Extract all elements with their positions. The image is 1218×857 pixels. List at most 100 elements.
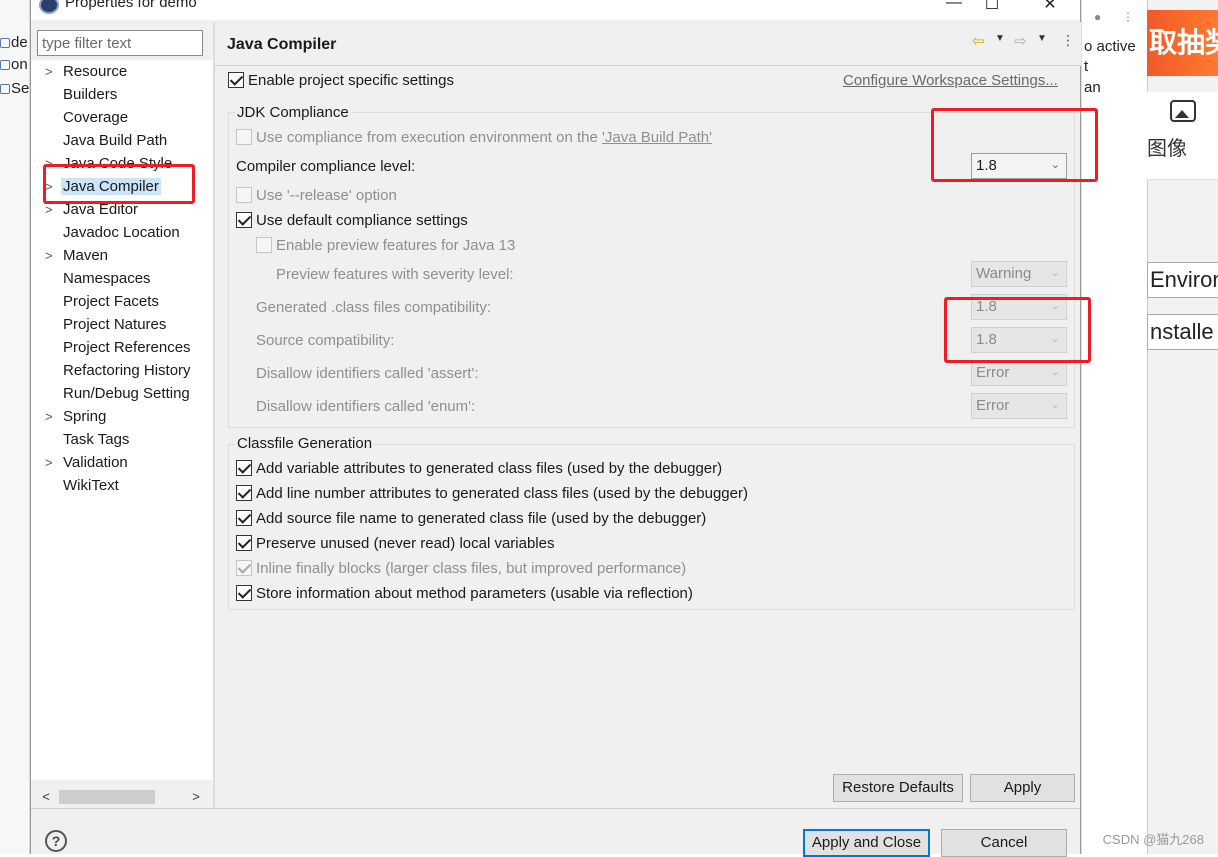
dialog-separator (31, 808, 1080, 809)
image-icon (1169, 100, 1196, 122)
tree-item-validation[interactable]: > Validation (31, 453, 213, 475)
more-icon[interactable]: ⋮ (1122, 10, 1134, 24)
scroll-right-icon[interactable]: > (187, 788, 205, 806)
file-icon (0, 84, 10, 94)
cancel-button[interactable]: Cancel (941, 829, 1067, 857)
pane-splitter[interactable] (213, 22, 215, 808)
image-tool[interactable]: 图像 (1147, 92, 1218, 180)
tree-item-project-facets[interactable]: Project Facets (31, 292, 213, 314)
checkbox-icon (236, 212, 252, 228)
bg-text: t (1084, 58, 1089, 75)
enable-project-specific-checkbox[interactable]: Enable project specific settings (228, 72, 454, 92)
checkbox-icon (236, 129, 252, 145)
chevron-down-icon: ⌄ (1050, 366, 1060, 378)
tree-item-project-references[interactable]: Project References (31, 338, 213, 360)
chevron-down-icon: ⌄ (1050, 399, 1060, 411)
forward-dropdown-icon[interactable]: ▼ (1037, 33, 1047, 44)
disallow-enum-select[interactable]: Error ⌄ (971, 393, 1067, 419)
scroll-left-icon[interactable]: < (37, 788, 55, 806)
forward-arrow-icon[interactable]: ⇨ (1014, 32, 1027, 50)
watermark: CSDN @猫九268 (1102, 832, 1204, 847)
chevron-right-icon[interactable]: > (45, 248, 57, 263)
restore-defaults-button[interactable]: Restore Defaults (833, 774, 963, 802)
background-left-pane: de on Se (0, 0, 30, 854)
dialog-title: Properties for demo (65, 0, 197, 11)
checkbox-icon (236, 585, 252, 601)
back-arrow-icon[interactable]: ⇦ (972, 32, 985, 50)
use-compliance-env-checkbox[interactable]: Use compliance from execution environmen… (236, 129, 712, 149)
chevron-right-icon[interactable]: > (45, 64, 57, 79)
checkbox-icon (256, 237, 272, 253)
jdk-compliance-title: JDK Compliance (235, 104, 351, 121)
inline-finally-checkbox[interactable]: Inline finally blocks (larger class file… (236, 560, 686, 580)
tree-item-task-tags[interactable]: Task Tags (31, 430, 213, 452)
add-source-file-name-checkbox[interactable]: Add source file name to generated class … (236, 510, 706, 530)
tree-item-namespaces[interactable]: Namespaces (31, 269, 213, 291)
apply-button[interactable]: Apply (970, 774, 1075, 802)
toolbar-icon[interactable]: ● (1094, 10, 1101, 24)
page-header: Java Compiler ⇦ ▼ ⇨ ▼ ⋮ (215, 22, 1081, 66)
checkbox-icon (236, 485, 252, 501)
compliance-level-label: Compiler compliance level: (236, 158, 416, 175)
tree-item-builders[interactable]: Builders (31, 85, 213, 107)
maximize-button[interactable]: ☐ (969, 0, 1015, 20)
enable-preview-checkbox[interactable]: Enable preview features for Java 13 (256, 237, 515, 257)
bg-left-item: de (0, 34, 28, 51)
checkbox-icon (228, 72, 244, 88)
tree-item-project-natures[interactable]: Project Natures (31, 315, 213, 337)
tree-item-maven[interactable]: > Maven (31, 246, 213, 268)
tree-item-spring[interactable]: > Spring (31, 407, 213, 429)
properties-dialog: Properties for demo — ☐ ✕ >Resource Buil… (30, 0, 1098, 857)
apply-and-close-button[interactable]: Apply and Close (803, 829, 930, 857)
bg-text: o active (1084, 38, 1136, 55)
installed-button-fragment[interactable]: nstalle (1147, 314, 1218, 350)
promo-banner[interactable]: 取抽奖 (1147, 10, 1218, 76)
preserve-unused-locals-checkbox[interactable]: Preserve unused (never read) local varia… (236, 535, 554, 555)
help-icon[interactable]: ? (45, 830, 67, 852)
checkbox-icon (236, 460, 252, 476)
page-title: Java Compiler (227, 36, 337, 53)
chevron-down-icon: ⌄ (1050, 267, 1060, 279)
tree-item-wikitext[interactable]: WikiText (31, 476, 213, 498)
annotation-box-compliance (931, 108, 1098, 182)
tree-horizontal-scrollbar[interactable]: < > (37, 788, 205, 806)
environment-button-fragment[interactable]: Environ (1147, 262, 1218, 298)
add-variable-attributes-checkbox[interactable]: Add variable attributes to generated cla… (236, 460, 722, 480)
store-method-parameters-checkbox[interactable]: Store information about method parameter… (236, 585, 693, 605)
preview-severity-select[interactable]: Warning ⌄ (971, 261, 1067, 287)
disallow-enum-label: Disallow identifiers called 'enum': (256, 398, 476, 415)
add-line-number-checkbox[interactable]: Add line number attributes to generated … (236, 485, 748, 505)
chevron-right-icon[interactable]: > (45, 202, 57, 217)
file-icon (0, 60, 10, 70)
use-release-checkbox[interactable]: Use '--release' option (236, 187, 397, 207)
background-right-pane: o active t an ● ⋮ 取抽奖 图像 Environ nstalle (1081, 0, 1218, 854)
use-default-compliance-checkbox[interactable]: Use default compliance settings (236, 212, 468, 232)
tree-item-javadoc-location[interactable]: Javadoc Location (31, 223, 213, 245)
scrollbar-thumb[interactable] (59, 790, 155, 804)
title-bar: Properties for demo — ☐ ✕ (31, 0, 1080, 20)
bg-text: an (1084, 79, 1101, 96)
tree-item-run-debug-setting[interactable]: Run/Debug Setting (31, 384, 213, 406)
tree-item-refactoring-history[interactable]: Refactoring History (31, 361, 213, 383)
disallow-assert-label: Disallow identifiers called 'assert': (256, 365, 479, 382)
disallow-assert-select[interactable]: Error ⌄ (971, 360, 1067, 386)
checkbox-icon (236, 187, 252, 203)
bg-left-item: on (0, 56, 28, 73)
java-build-path-link[interactable]: 'Java Build Path' (602, 129, 712, 146)
checkbox-icon (236, 510, 252, 526)
configure-workspace-settings-link[interactable]: Configure Workspace Settings... (843, 72, 1058, 89)
chevron-right-icon[interactable]: > (45, 455, 57, 470)
tree-item-coverage[interactable]: Coverage (31, 108, 213, 130)
back-dropdown-icon[interactable]: ▼ (995, 33, 1005, 44)
filter-input[interactable] (37, 30, 203, 56)
checkbox-icon (236, 560, 252, 576)
class-compat-label: Generated .class files compatibility: (256, 299, 492, 316)
classfile-generation-title: Classfile Generation (235, 435, 375, 452)
tree-item-java-build-path[interactable]: Java Build Path (31, 131, 213, 153)
view-menu-icon[interactable]: ⋮ (1061, 32, 1075, 49)
eclipse-app-icon (39, 0, 59, 14)
preview-severity-label: Preview features with severity level: (276, 266, 514, 283)
close-button[interactable]: ✕ (1027, 0, 1073, 20)
tree-item-resource[interactable]: > Resource (31, 62, 213, 84)
chevron-right-icon[interactable]: > (45, 409, 57, 424)
